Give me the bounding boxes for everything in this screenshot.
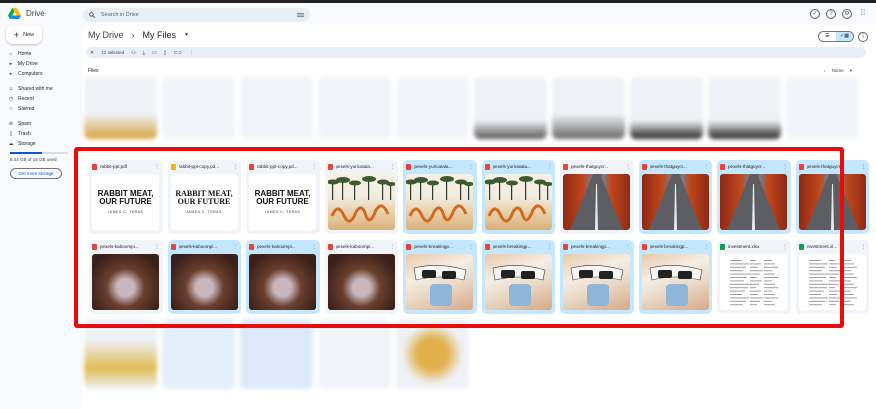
sidebar-item-label: Shared with me <box>18 86 53 92</box>
sidebar-item-starred[interactable]: ☆ Starred <box>4 104 78 114</box>
sidebar-item-label: Starred <box>18 106 35 112</box>
breadcrumb-separator: › <box>131 30 135 40</box>
sidebar-item-recent[interactable]: ◷ Recent <box>4 94 78 104</box>
get-more-storage-button[interactable]: Get more storage <box>10 168 62 179</box>
header-actions: ✓ ? ⚙ ⁞⁞ <box>810 9 868 19</box>
list-view-icon[interactable]: ☰ <box>819 32 836 41</box>
people-icon: ☺ <box>8 86 14 92</box>
blurred-file-row-bottom <box>84 319 469 389</box>
grid-view-icon[interactable]: ✓▦ <box>836 32 853 41</box>
apps-grid-icon[interactable]: ⁞⁞ <box>858 9 868 19</box>
drive-app: Drive ✓ ? ⚙ ⁞⁞ + New ⌂ Home ▸ My Drive ▸ Co… <box>0 3 876 409</box>
download-icon[interactable]: ⤓ <box>143 50 145 56</box>
breadcrumb-current[interactable]: My Files <box>143 30 177 40</box>
sidebar-item-my-drive[interactable]: ▸ My Drive <box>4 59 78 69</box>
clock-icon: ◷ <box>8 96 14 102</box>
star-icon: ☆ <box>8 106 14 112</box>
app-name: Drive <box>26 9 45 18</box>
chevron-down-icon[interactable]: ▼ <box>184 32 189 38</box>
sidebar-item-home[interactable]: ⌂ Home <box>4 49 78 59</box>
spam-icon: ⊘ <box>8 121 14 127</box>
filter-icon[interactable] <box>297 12 304 18</box>
sidebar-item-shared[interactable]: ☺ Shared with me <box>4 84 78 94</box>
sidebar-item-computers[interactable]: ▸ Computers <box>4 69 78 79</box>
trash-icon: ▯ <box>9 131 13 137</box>
sidebar-item-label: Spam <box>18 121 32 127</box>
sidebar-item-label: Trash <box>18 131 31 137</box>
move-icon[interactable]: ▭ <box>152 50 157 56</box>
new-button[interactable]: + New <box>6 25 42 44</box>
search-input[interactable] <box>101 12 297 18</box>
more-options-icon[interactable]: ⋮ <box>861 164 866 170</box>
blurred-file-row-top <box>84 77 859 139</box>
info-icon[interactable]: i <box>858 32 868 42</box>
clear-selection-icon[interactable]: ✕ <box>90 50 94 56</box>
sidebar-item-label: Recent <box>18 96 34 102</box>
sidebar-item-label: Home <box>18 51 32 57</box>
breadcrumb-root[interactable]: My Drive <box>88 30 124 40</box>
delete-icon[interactable]: ▯ <box>164 50 167 56</box>
drive-icon: ▸ <box>9 61 13 67</box>
sort-direction-icon[interactable]: ↓ <box>823 68 825 74</box>
share-icon[interactable]: ⚇ <box>131 50 135 56</box>
more-options-icon[interactable]: ⋮ <box>861 244 866 250</box>
home-icon: ⌂ <box>9 51 13 57</box>
view-toggle[interactable]: ☰ ✓▦ <box>818 31 854 42</box>
offline-status-icon[interactable]: ✓ <box>810 9 820 19</box>
sidebar-item-label: Computers <box>18 71 43 77</box>
sidebar-item-spam[interactable]: ⊘ Spam <box>4 119 78 129</box>
search-icon[interactable] <box>89 12 95 18</box>
files-section-label: Files <box>88 68 99 74</box>
computer-icon: ▸ <box>9 71 13 77</box>
storage-meter <box>10 152 68 154</box>
plus-icon: + <box>13 29 20 40</box>
breadcrumb: My Drive › My Files ▼ <box>88 30 189 40</box>
cloud-icon: ☁ <box>8 141 14 147</box>
sort-chevron-icon[interactable]: ▾ <box>850 68 852 74</box>
help-icon[interactable]: ? <box>826 9 836 19</box>
new-button-label: New <box>23 31 35 38</box>
settings-icon[interactable]: ⚙ <box>842 9 852 19</box>
sort-control[interactable]: ↓ Name ▾ <box>823 68 852 74</box>
storage-usage-text: 8.44 GB of 15 GB used <box>10 157 57 162</box>
selection-count: 12 selected <box>101 50 125 55</box>
search-bar[interactable] <box>83 8 310 22</box>
sidebar-item-storage[interactable]: ☁ Storage <box>4 139 78 149</box>
sidebar-item-label: Storage <box>18 141 36 147</box>
sidebar-item-label: My Drive <box>18 61 38 67</box>
drive-logo-icon <box>8 8 21 19</box>
selection-toolbar: ✕ 12 selected ⚇ ⤓ ▭ ▯ ⊂⊃ ⋮ <box>86 47 866 58</box>
more-actions-icon[interactable]: ⋮ <box>189 50 194 56</box>
sort-label[interactable]: Name <box>832 68 844 74</box>
sidebar-nav: ⌂ Home ▸ My Drive ▸ Computers ☺ Shared with … <box>4 49 78 149</box>
copy-link-icon[interactable]: ⊂⊃ <box>173 50 181 56</box>
storage-meter-fill <box>10 152 43 154</box>
drive-logo[interactable]: Drive <box>8 8 45 19</box>
sidebar-item-trash[interactable]: ▯ Trash <box>4 129 78 139</box>
highlight-box <box>74 147 844 328</box>
